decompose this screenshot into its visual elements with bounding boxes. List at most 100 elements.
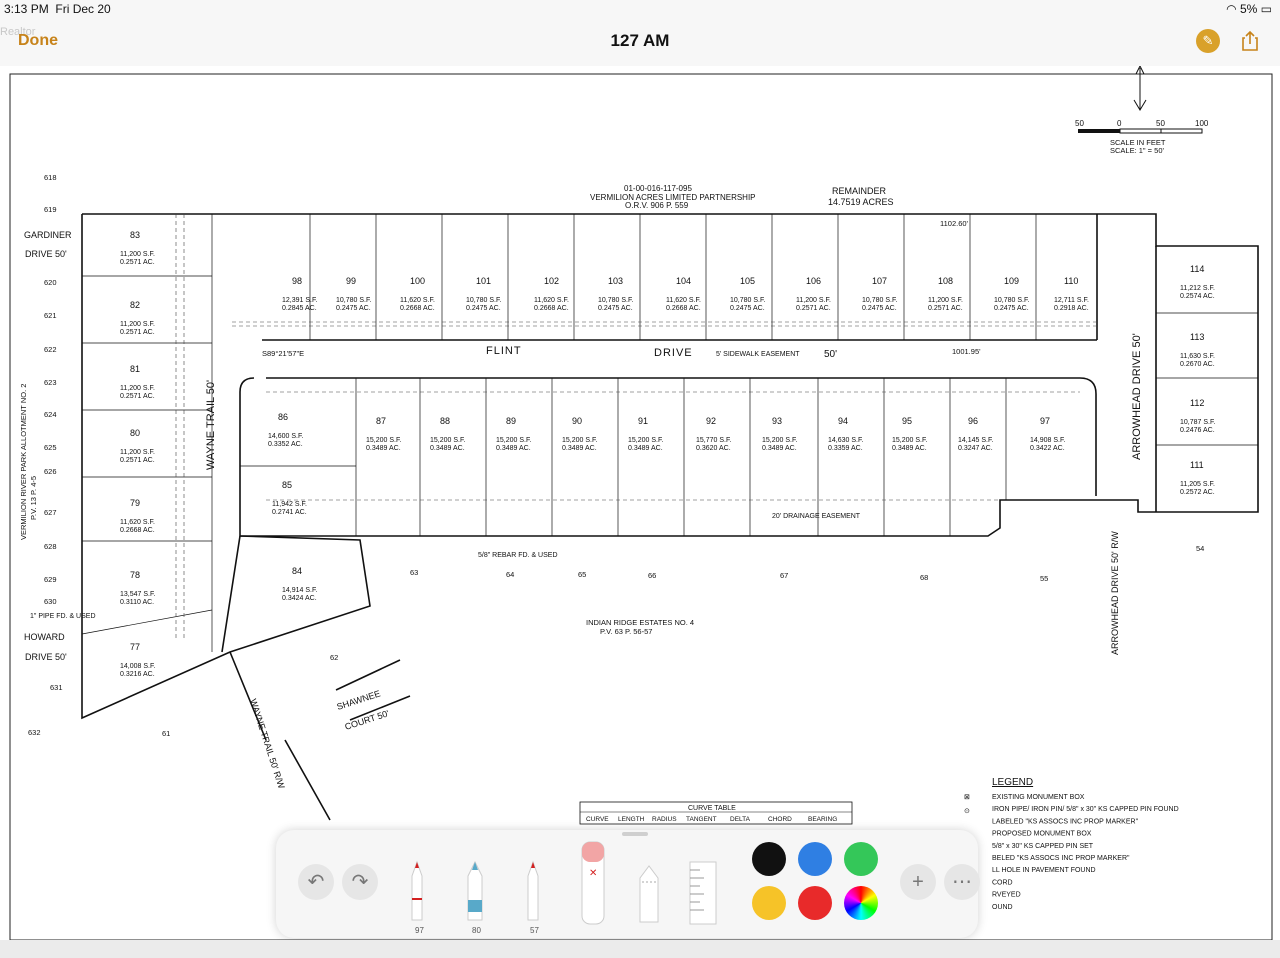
svg-text:629: 629 [44,575,57,584]
lot-area-acres: 0.3489 AC. [430,445,465,452]
legend-item: 5/8" x 30" KS CAPPED PIN SET [992,843,1094,850]
svg-text:627: 627 [44,508,57,517]
lot-area-sf: 14,630 S.F. [828,437,863,444]
lot-area-acres: 0.3489 AC. [366,445,401,452]
marker-icon[interactable] [462,858,488,928]
curve-table-header: BEARING [808,816,837,823]
scale-tick-2: 50 [1156,119,1165,128]
scale-ratio: SCALE: 1" = 50' [1110,146,1164,155]
plat-document: 50 0 50 100 SCALE IN FEET SCALE: 1" = 50… [0,64,1280,941]
lot-area-acres: 0.3620 AC. [696,445,731,452]
status-right: ◠ 5% ▭ [1226,2,1272,16]
color-black-swatch[interactable] [752,842,786,876]
lot-area-acres: 0.2571 AC. [928,305,963,312]
lot-area-sf: 11,620 S.F. [666,297,701,304]
lot-area-acres: 0.2475 AC. [994,305,1029,312]
svg-text:632: 632 [28,728,41,737]
more-icon[interactable]: ⋯ [944,864,980,900]
document-title: 127 AM [610,31,670,50]
lot-area-sf: 14,908 S.F. [1030,437,1065,444]
vermilion-label: VERMILION RIVER PARK ALLOTMENT NO. 2 [19,384,28,540]
color-blue-swatch[interactable] [798,842,832,876]
eraser-icon[interactable]: ✕ [578,838,608,928]
color-wheel-icon[interactable] [844,886,878,920]
lot-area-sf: 11,942 S.F. [272,501,307,508]
svg-text:620: 620 [44,278,57,287]
howard-width: DRIVE 50' [25,652,67,662]
bottom-strip [0,940,1280,958]
svg-text:66: 66 [648,571,656,580]
lot-area-sf: 10,780 S.F. [994,297,1029,304]
lot-number: 112 [1190,398,1204,408]
lot-number: 114 [1190,264,1204,274]
lot-area-sf: 13,547 S.F. [120,591,155,598]
lot-area-sf: 14,600 S.F. [268,433,303,440]
remainder-label: REMAINDER [832,186,887,196]
svg-text:✕: ✕ [589,868,597,879]
toolbar-grabber[interactable] [622,832,648,836]
curve-table-header: RADIUS [652,816,677,823]
curve-table: CURVE TABLE CURVE LENGTH RADIUS TANGENT DELT… [579,801,853,825]
undo-icon[interactable]: ↶ [298,864,334,900]
color-green-swatch[interactable] [844,842,878,876]
svg-text:67: 67 [780,571,788,580]
lot-area-sf: 11,200 S.F. [120,321,155,328]
lot-area-acres: 0.2572 AC. [1180,489,1215,496]
add-icon[interactable]: + [900,864,936,900]
lot-number: 88 [440,416,450,426]
ruler-icon[interactable] [686,858,720,928]
lot-number: 102 [544,276,559,286]
indian-ridge-pv: P.V. 63 P. 56-57 [600,627,652,636]
lot-area-sf: 15,200 S.F. [430,437,465,444]
status-bar: 3:13 PM Fri Dec 20 ◠ 5% ▭ [0,0,1280,20]
pen-icon[interactable] [404,858,430,928]
share-icon[interactable] [1238,29,1262,53]
indian-ridge-label: INDIAN RIDGE ESTATES NO. 4 [586,618,694,627]
arrowhead-label: ARROWHEAD DRIVE 50' [1131,333,1143,460]
svg-text:623: 623 [44,378,57,387]
lot-area-acres: 0.3352 AC. [268,441,303,448]
redo-icon[interactable]: ↷ [342,864,378,900]
lot-area-sf: 14,008 S.F. [120,663,155,670]
lot-area-acres: 0.2670 AC. [1180,361,1215,368]
svg-text:621: 621 [44,311,57,320]
lot-area-sf: 10,780 S.F. [598,297,633,304]
svg-text:65: 65 [578,570,586,579]
lot-area-acres: 0.2475 AC. [862,305,897,312]
lot-number: 93 [772,416,782,426]
lot-number: 87 [376,416,386,426]
lot-area-sf: 11,200 S.F. [928,297,963,304]
flint-drive-label: DRIVE [654,347,693,359]
color-yellow-swatch[interactable] [752,886,786,920]
curve-table-header: LENGTH [618,816,645,823]
color-red-swatch[interactable] [798,886,832,920]
lot-area-sf: 15,770 S.F. [696,437,731,444]
lot-area-sf: 11,200 S.F. [796,297,831,304]
lasso-icon[interactable] [634,862,664,926]
lot-area-sf: 12,391 S.F. [282,297,317,304]
lot-number: 107 [872,276,887,286]
lot-number: 79 [130,498,140,508]
svg-text:622: 622 [44,345,57,354]
markup-pen-icon: ✎ [1202,33,1214,48]
lot-number: 81 [130,364,140,374]
lot-area-acres: 0.3424 AC. [282,595,317,602]
scale-tick-1: 0 [1117,119,1122,128]
lot-number: 82 [130,300,140,310]
lot-area-acres: 0.3359 AC. [828,445,863,452]
pencil-icon[interactable] [520,858,546,928]
curve-table-title: CURVE TABLE [688,805,736,812]
legend-item: PROPOSED MONUMENT BOX [992,831,1092,838]
lot-area-sf: 10,780 S.F. [466,297,501,304]
lot-number: 104 [676,276,691,286]
lot-area-sf: 10,787 S.F. [1180,419,1215,426]
svg-text:63: 63 [410,568,418,577]
lot-area-sf: 15,200 S.F. [366,437,401,444]
lot-area-acres: 0.2571 AC. [120,259,155,266]
markup-button[interactable]: ✎ [1196,29,1220,53]
plat-drawing: 50 0 50 100 SCALE IN FEET SCALE: 1" = 50… [9,64,1273,941]
flint-label: FLINT [486,345,522,357]
pencil-width: 57 [530,926,539,935]
nav-bar: Realtor Done 127 AM ✎ [0,20,1280,67]
lot-number: 106 [806,276,821,286]
